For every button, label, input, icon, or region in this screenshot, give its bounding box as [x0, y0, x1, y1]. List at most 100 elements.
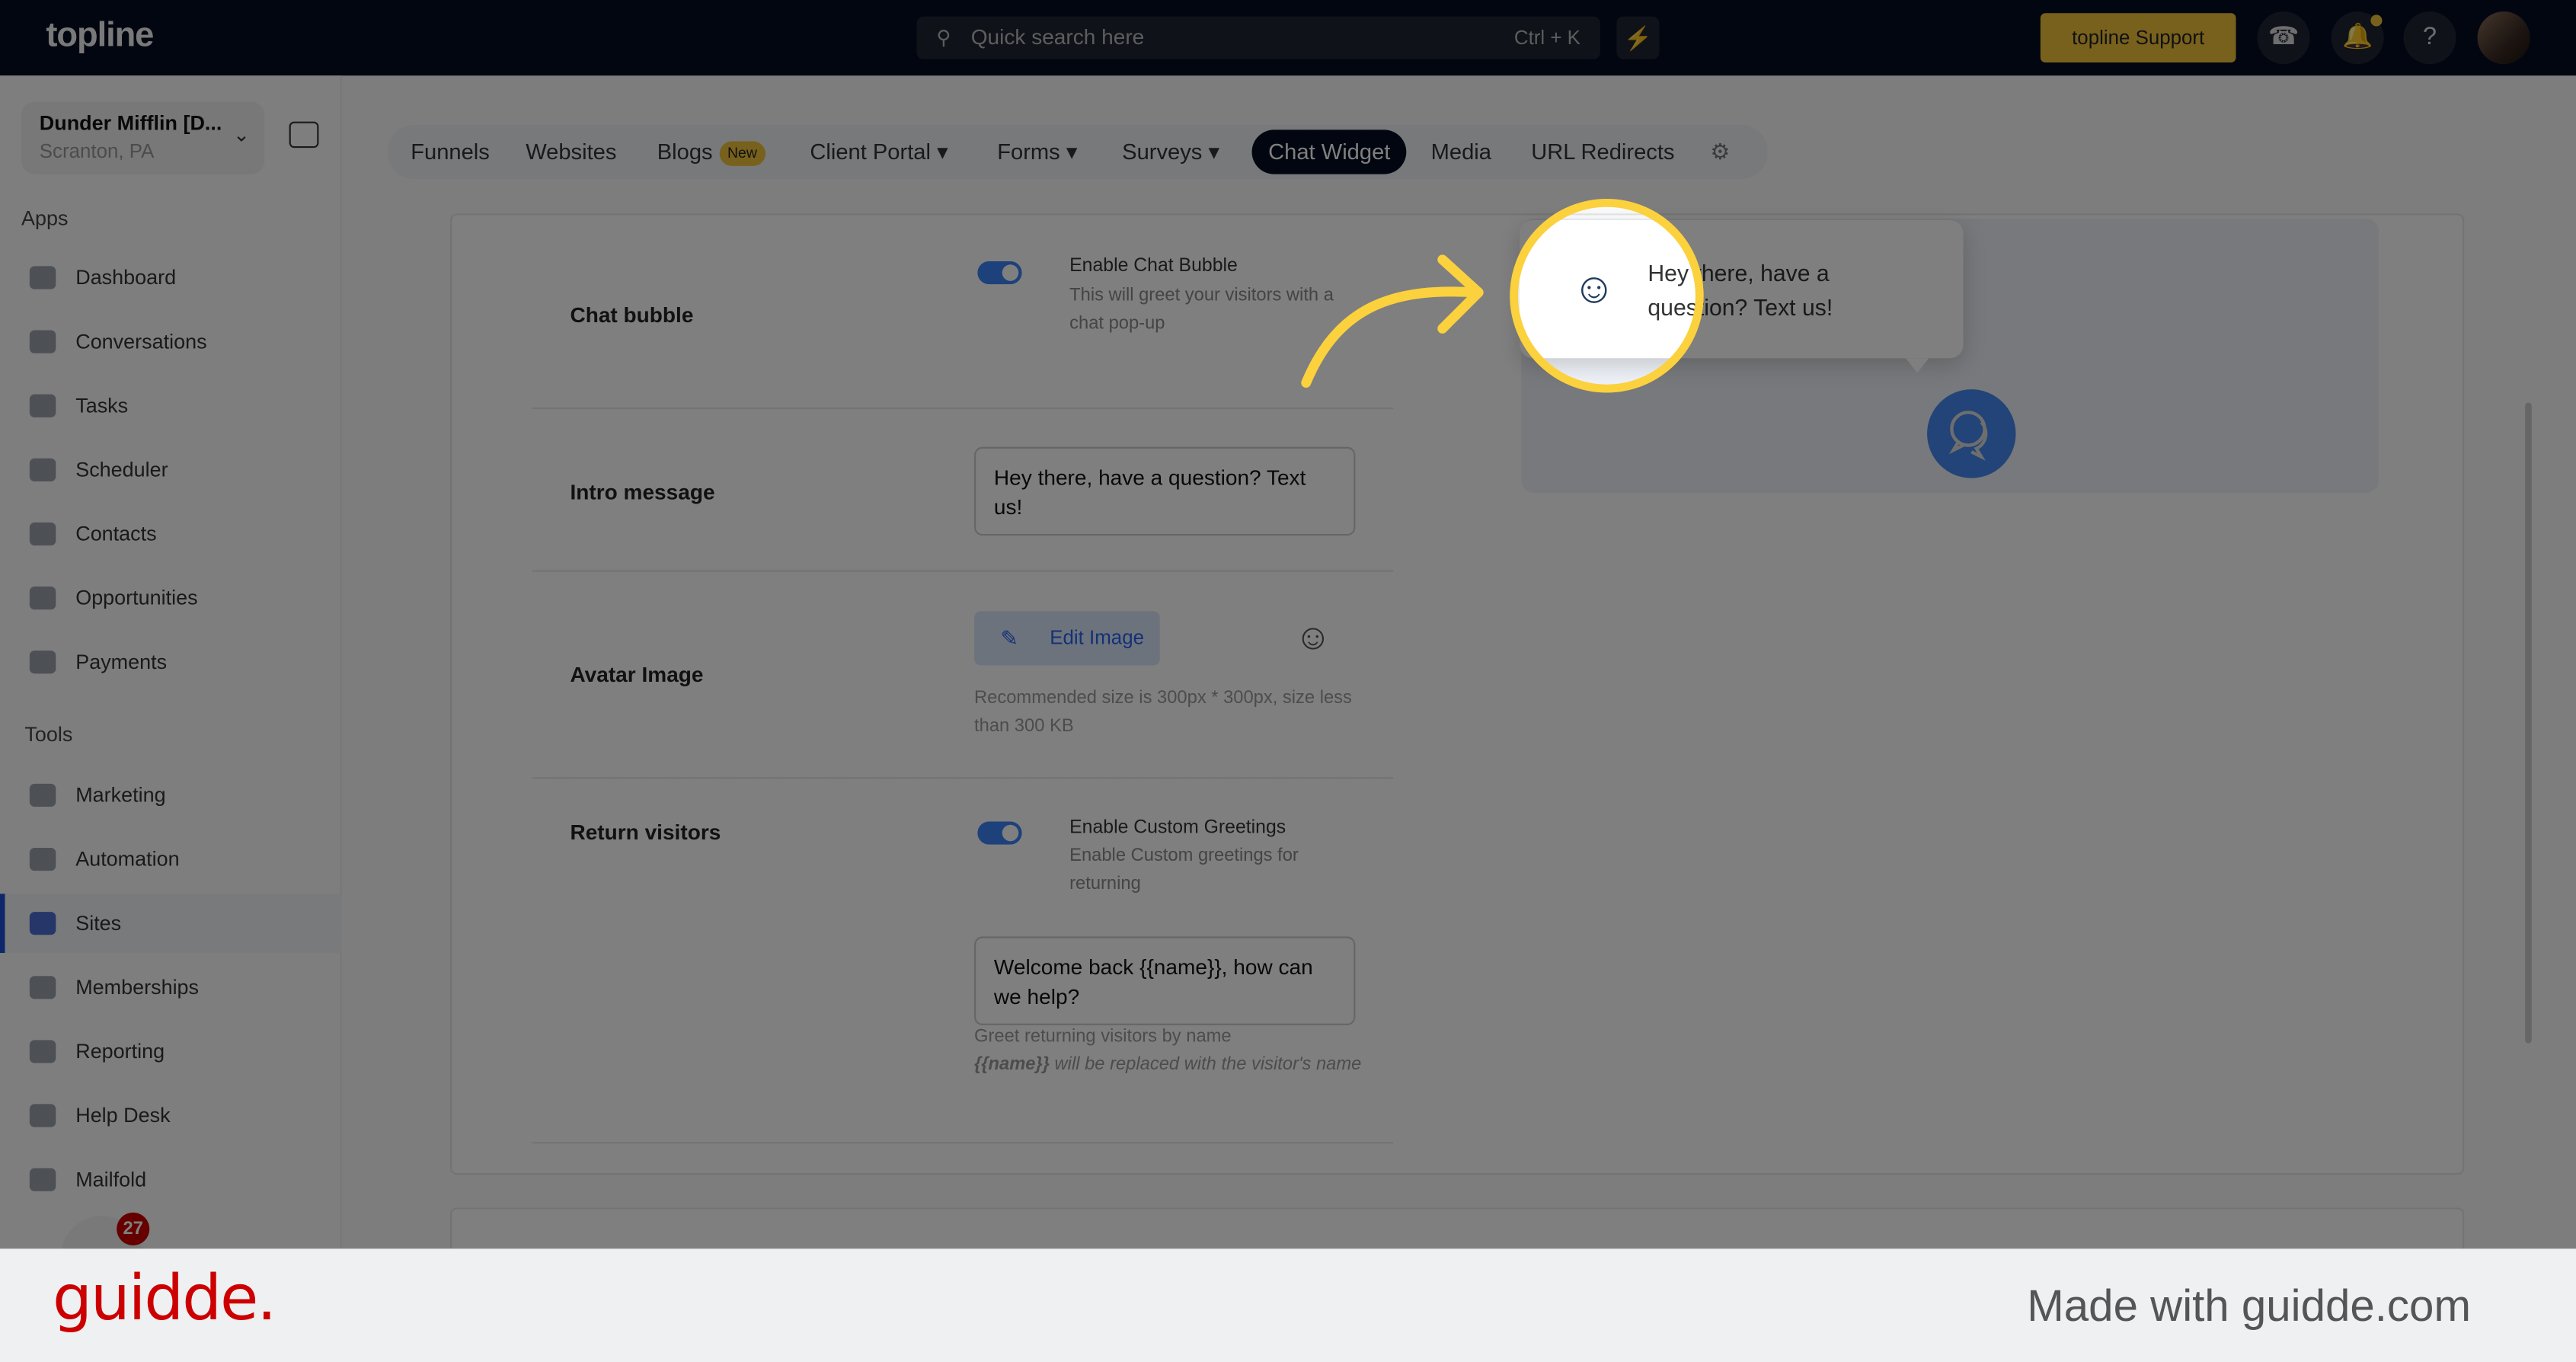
tab-label: Surveys	[1122, 139, 1203, 165]
tab-forms[interactable]: Forms ▾	[997, 125, 1077, 179]
row-label: Return visitors	[570, 820, 721, 845]
sidebar-item-label: Sites	[75, 912, 122, 935]
avatar-help-text: Recommended size is 300px * 300px, size …	[974, 688, 1352, 736]
tab-url-redirects[interactable]: URL Redirects	[1531, 125, 1674, 179]
tab-funnels[interactable]: Funnels	[411, 125, 490, 179]
screen: topline ⚲ Quick search here Ctrl + K ⚡ top…	[0, 0, 2576, 1362]
phone-icon[interactable]: ☎	[2257, 11, 2310, 65]
tab-label: Forms	[997, 139, 1060, 165]
greeting-help-text: Greet returning visitors by name {{name}}…	[974, 1024, 1369, 1078]
sidebar-item-help-desk[interactable]: Help Desk	[0, 1086, 342, 1146]
chat-launcher-button[interactable]	[1927, 389, 2016, 478]
scrollbar[interactable]	[2525, 402, 2532, 1044]
sidebar-item-contacts[interactable]: Contacts	[0, 504, 342, 564]
help-icon[interactable]: ?	[2403, 11, 2456, 65]
sidebar-item-label: Help Desk	[75, 1104, 171, 1127]
avatar-image-row: Avatar Image ✎ Edit Image ☺ Recommended s…	[532, 572, 1394, 779]
notification-dot	[2370, 14, 2383, 27]
edit-icon: ✎	[1000, 625, 1019, 651]
chevron-down-icon: ▾	[1208, 139, 1220, 165]
support-button[interactable]: topline Support	[2040, 13, 2236, 62]
help-line: will be replaced with the visitor's name	[1049, 1053, 1362, 1074]
custom-greetings-toggle[interactable]	[977, 821, 1022, 845]
account-switcher[interactable]: Dunder Mifflin [D... Scranton, PA ⌄	[21, 101, 265, 174]
robot-avatar-icon: ☺	[1294, 615, 1332, 657]
help-variable: {{name}}	[974, 1053, 1050, 1074]
user-avatar[interactable]	[2477, 11, 2530, 65]
account-location: Scranton, PA	[39, 139, 155, 163]
return-visitors-row: Return visitors Enable Custom Greetings …	[532, 779, 1394, 1144]
intro-message-textarea[interactable]: Hey there, have a question? Text us!	[974, 446, 1356, 536]
robot-avatar-icon: ☺	[1572, 263, 1616, 312]
tab-blogs[interactable]: Blogs New	[657, 125, 765, 179]
tab-media[interactable]: Media	[1431, 125, 1491, 179]
tab-client-portal[interactable]: Client Portal ▾	[810, 125, 948, 179]
sidebar-item-conversations[interactable]: Conversations	[0, 312, 342, 372]
guidde-logo: guidde.	[53, 1261, 276, 1335]
row-label: Avatar Image	[570, 662, 704, 687]
sidebar: Dunder Mifflin [D... Scranton, PA ⌄ Apps…	[0, 75, 342, 1249]
scheduler-icon	[29, 458, 56, 481]
tab-surveys[interactable]: Surveys ▾	[1122, 125, 1219, 179]
logo: topline	[46, 16, 154, 55]
marketing-icon	[29, 783, 56, 807]
chevron-down-icon: ▾	[1066, 139, 1078, 165]
tab-chat-widget[interactable]: Chat Widget	[1251, 129, 1407, 174]
search-input[interactable]: ⚲ Quick search here Ctrl + K	[916, 16, 1600, 59]
sidebar-item-label: Payments	[75, 651, 168, 674]
lightning-icon[interactable]: ⚡	[1616, 16, 1660, 59]
sidebar-item-marketing[interactable]: Marketing	[0, 766, 342, 825]
apps-heading: Apps	[21, 206, 69, 230]
reporting-icon	[29, 1040, 56, 1063]
option-description: Enable Custom greetings for returning	[1069, 846, 1299, 894]
edit-image-button[interactable]: ✎ Edit Image	[974, 611, 1160, 666]
top-bar: topline ⚲ Quick search here Ctrl + K ⚡ top…	[0, 0, 2576, 76]
sidebar-item-memberships[interactable]: Memberships	[0, 958, 342, 1017]
chat-bubble-preview: ☺ Hey there, have a question? Text us!	[1520, 220, 1964, 373]
tasks-icon	[29, 394, 56, 417]
return-greeting-textarea[interactable]: Welcome back {{name}}, how can we help?	[974, 936, 1356, 1025]
gear-icon[interactable]: ⚙	[1710, 125, 1730, 179]
row-label: Chat bubble	[570, 302, 694, 328]
sidebar-item-dashboard[interactable]: Dashboard	[0, 248, 342, 308]
sidebar-item-label: Conversations	[75, 330, 207, 353]
chat-bubble-row: Chat bubble Enable Chat Bubble This will…	[532, 247, 1394, 410]
dashboard-icon	[29, 266, 56, 289]
button-label: Edit Image	[1050, 625, 1145, 649]
account-name: Dunder Mifflin [D...	[39, 111, 222, 135]
sidebar-item-label: Tasks	[75, 394, 129, 417]
guidde-footer: guidde. Made with guidde.com	[0, 1248, 2576, 1362]
search-shortcut: Ctrl + K	[1513, 26, 1580, 50]
sidebar-item-payments[interactable]: Payments	[0, 632, 342, 692]
sidebar-item-sites[interactable]: Sites	[0, 894, 342, 954]
tab-label: Client Portal	[810, 139, 931, 165]
sidebar-item-label: Opportunities	[75, 587, 198, 610]
sidebar-item-reporting[interactable]: Reporting	[0, 1022, 342, 1082]
automation-icon	[29, 847, 56, 871]
option-description: This will greet your visitors with a cha…	[1069, 286, 1334, 333]
intro-message-row: Intro message Hey there, have a question…	[532, 409, 1394, 572]
sidebar-item-mailfold[interactable]: Mailfold	[0, 1150, 342, 1210]
sidebar-item-label: Mailfold	[75, 1168, 147, 1191]
sites-tabs: Funnels Websites Blogs New Client Portal …	[388, 124, 1768, 180]
contacts-icon	[29, 522, 56, 546]
chat-bubbles-icon	[1948, 411, 1988, 461]
sidebar-collapse-icon[interactable]	[289, 121, 319, 149]
chevron-down-icon: ▾	[937, 139, 948, 165]
opportunities-icon	[29, 587, 56, 610]
search-placeholder: Quick search here	[970, 24, 1145, 50]
tools-heading: Tools	[24, 723, 73, 747]
sidebar-item-tasks[interactable]: Tasks	[0, 376, 342, 436]
sidebar-item-label: Contacts	[75, 522, 157, 546]
bubble-text: Hey there, have a question? Text us!	[1648, 259, 1833, 321]
help-line: Greet returning visitors by name	[974, 1027, 1232, 1047]
sidebar-item-opportunities[interactable]: Opportunities	[0, 568, 342, 628]
sites-icon	[29, 912, 56, 935]
chevron-down-icon: ⌄	[233, 123, 250, 146]
sidebar-item-scheduler[interactable]: Scheduler	[0, 440, 342, 500]
tab-websites[interactable]: Websites	[526, 125, 616, 179]
sidebar-item-label: Reporting	[75, 1040, 165, 1063]
conversations-icon	[29, 330, 56, 353]
sidebar-item-automation[interactable]: Automation	[0, 830, 342, 889]
chat-bubble-toggle[interactable]	[977, 261, 1022, 285]
